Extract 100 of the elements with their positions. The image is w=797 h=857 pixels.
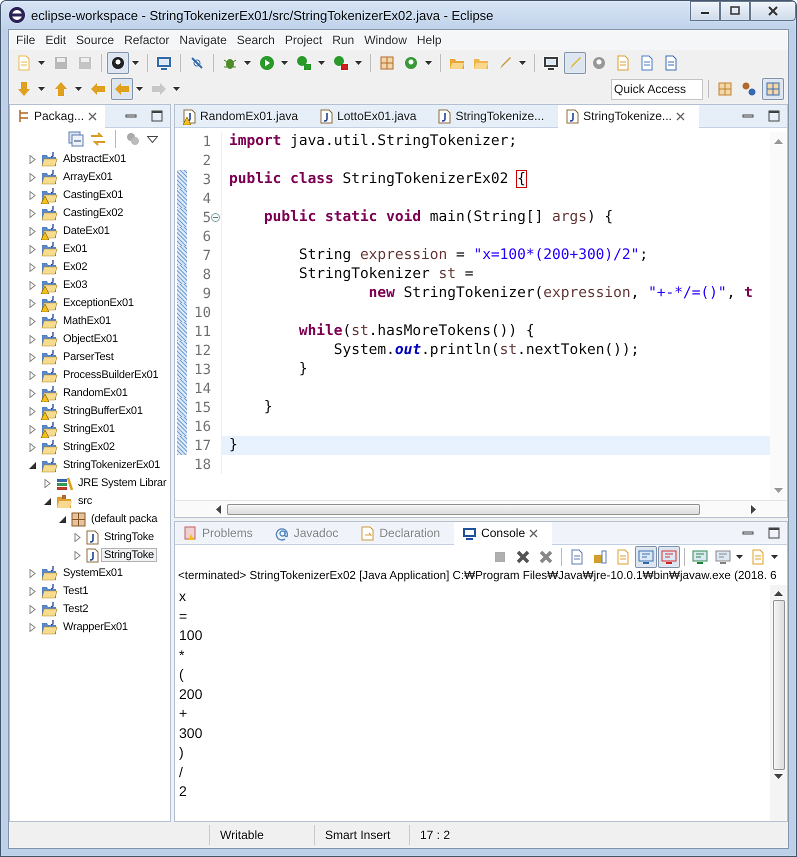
view-tab[interactable]: Console: [454, 522, 552, 544]
menu-item[interactable]: Source: [71, 33, 120, 47]
caret-icon[interactable]: [281, 61, 288, 65]
tree-item[interactable]: Test1: [60, 584, 92, 598]
tree-item[interactable]: ProcessBuilderEx01: [60, 368, 162, 382]
caret-icon[interactable]: [425, 61, 432, 65]
close-icon[interactable]: [676, 112, 685, 120]
tree-item[interactable]: DateEx01: [60, 224, 113, 238]
java-perspective-icon[interactable]: [762, 78, 784, 100]
tree-item[interactable]: ParserTest: [60, 350, 117, 364]
scroll-left-icon[interactable]: [215, 504, 221, 514]
tree-item[interactable]: StringBufferEx01: [60, 404, 146, 418]
status-text: Smart Insert: [314, 825, 409, 845]
caret-icon[interactable]: [38, 61, 45, 65]
menu-item[interactable]: Refactor: [119, 33, 174, 47]
editor-tab[interactable]: RandomEx01.java: [175, 104, 312, 128]
caret-icon[interactable]: [173, 87, 180, 91]
caret-icon[interactable]: [38, 87, 45, 91]
minimize-button[interactable]: [690, 1, 720, 21]
caret-icon[interactable]: [136, 87, 143, 91]
tree-item[interactable]: ArrayEx01: [60, 170, 116, 184]
tree-item[interactable]: StringToke: [101, 530, 157, 544]
caret-icon[interactable]: [132, 61, 139, 65]
maximize-icon: [730, 6, 740, 16]
tree-item[interactable]: SystemEx01: [60, 566, 126, 580]
menu-item[interactable]: Project: [280, 33, 328, 47]
tree-item[interactable]: StringTokenizerEx01: [60, 458, 164, 472]
maximize-icon[interactable]: [768, 527, 780, 539]
caret-icon[interactable]: [519, 61, 526, 65]
expander-icon[interactable]: [28, 460, 37, 470]
tree-item[interactable]: Ex03: [60, 278, 90, 292]
menu-item[interactable]: File: [11, 33, 40, 47]
caret-icon[interactable]: [244, 61, 251, 65]
tree-item[interactable]: CastingEx02: [60, 206, 126, 220]
scroll-up-icon[interactable]: [774, 590, 783, 596]
package-explorer-tab[interactable]: Packag...: [10, 105, 106, 128]
tree-item[interactable]: RandomEx01: [60, 386, 131, 400]
line-number: 9: [202, 286, 211, 302]
editor-tab[interactable]: StringTokenize...: [558, 104, 699, 128]
menu-item[interactable]: Edit: [40, 33, 72, 47]
vertical-scrollbar[interactable]: [770, 585, 787, 821]
tree-item[interactable]: (default packa: [88, 512, 160, 526]
line-number: 5: [202, 210, 211, 226]
caret-icon[interactable]: [75, 87, 82, 91]
tree-item[interactable]: WrapperEx01: [60, 620, 131, 634]
console-output-line: 200: [179, 684, 204, 704]
maximize-button[interactable]: [720, 1, 750, 21]
menu-item[interactable]: Help: [412, 33, 447, 47]
caret-icon[interactable]: [355, 61, 362, 65]
expander-icon[interactable]: [43, 496, 52, 506]
link-with-editor-icon[interactable]: [90, 131, 106, 147]
editor-tab[interactable]: StringTokenize...: [430, 104, 558, 128]
close-button[interactable]: [750, 1, 796, 21]
tree-item[interactable]: StringEx01: [60, 422, 118, 436]
caret-icon[interactable]: [736, 555, 743, 559]
tree-item[interactable]: Ex02: [60, 260, 90, 274]
maximize-icon[interactable]: [151, 110, 163, 122]
menu-item[interactable]: Run: [327, 33, 360, 47]
fold-icon[interactable]: [211, 213, 220, 222]
menu-item[interactable]: Window: [359, 33, 412, 47]
expander-icon[interactable]: [58, 514, 67, 524]
caret-icon[interactable]: [318, 61, 325, 65]
console-output-line: ): [179, 743, 185, 762]
problems-icon: [183, 526, 198, 540]
console-output-line: =: [179, 606, 188, 626]
java-file-icon: [566, 108, 580, 124]
close-icon[interactable]: [88, 112, 98, 120]
tree-item[interactable]: ObjectEx01: [60, 332, 121, 346]
scrollbar-thumb[interactable]: [227, 504, 700, 514]
caret-icon[interactable]: [771, 555, 778, 559]
menu-item[interactable]: Search: [232, 33, 280, 47]
scroll-right-icon[interactable]: [751, 504, 757, 514]
quick-access-field[interactable]: Quick Access: [611, 78, 703, 100]
tree-item[interactable]: StringToke: [101, 548, 157, 562]
line-number: 10: [193, 304, 211, 320]
maximize-icon[interactable]: [768, 110, 780, 122]
tree-item[interactable]: ExceptionEx01: [60, 296, 137, 310]
tree-item[interactable]: AbstractEx01: [60, 152, 130, 166]
show-output-icon[interactable]: [635, 546, 657, 568]
view-menu-icon[interactable]: [147, 136, 158, 142]
scrollbar-thumb[interactable]: [772, 600, 784, 770]
collapse-all-icon[interactable]: [68, 131, 84, 147]
tree-item[interactable]: CastingEx01: [60, 188, 126, 202]
close-icon[interactable]: [529, 528, 538, 538]
tree-item[interactable]: Ex01: [60, 242, 90, 256]
horizontal-scrollbar[interactable]: [175, 500, 787, 517]
line-number: 15: [193, 400, 211, 416]
show-error-icon[interactable]: [658, 546, 680, 568]
line-number: 3: [202, 172, 211, 188]
tree-item[interactable]: MathEx01: [60, 314, 114, 328]
tree-item[interactable]: JRE System Librar: [75, 476, 170, 490]
tree-item[interactable]: StringEx02: [60, 440, 118, 454]
profile-icon[interactable]: [107, 52, 129, 74]
filter-icon[interactable]: [125, 131, 141, 147]
editor-tab[interactable]: LottoEx01.java: [312, 104, 430, 128]
tree-item[interactable]: src: [75, 494, 96, 508]
menu-item[interactable]: Navigate: [174, 33, 232, 47]
tree-item[interactable]: Test2: [60, 602, 92, 616]
scroll-down-icon[interactable]: [774, 774, 783, 780]
line-number: 2: [202, 152, 211, 168]
